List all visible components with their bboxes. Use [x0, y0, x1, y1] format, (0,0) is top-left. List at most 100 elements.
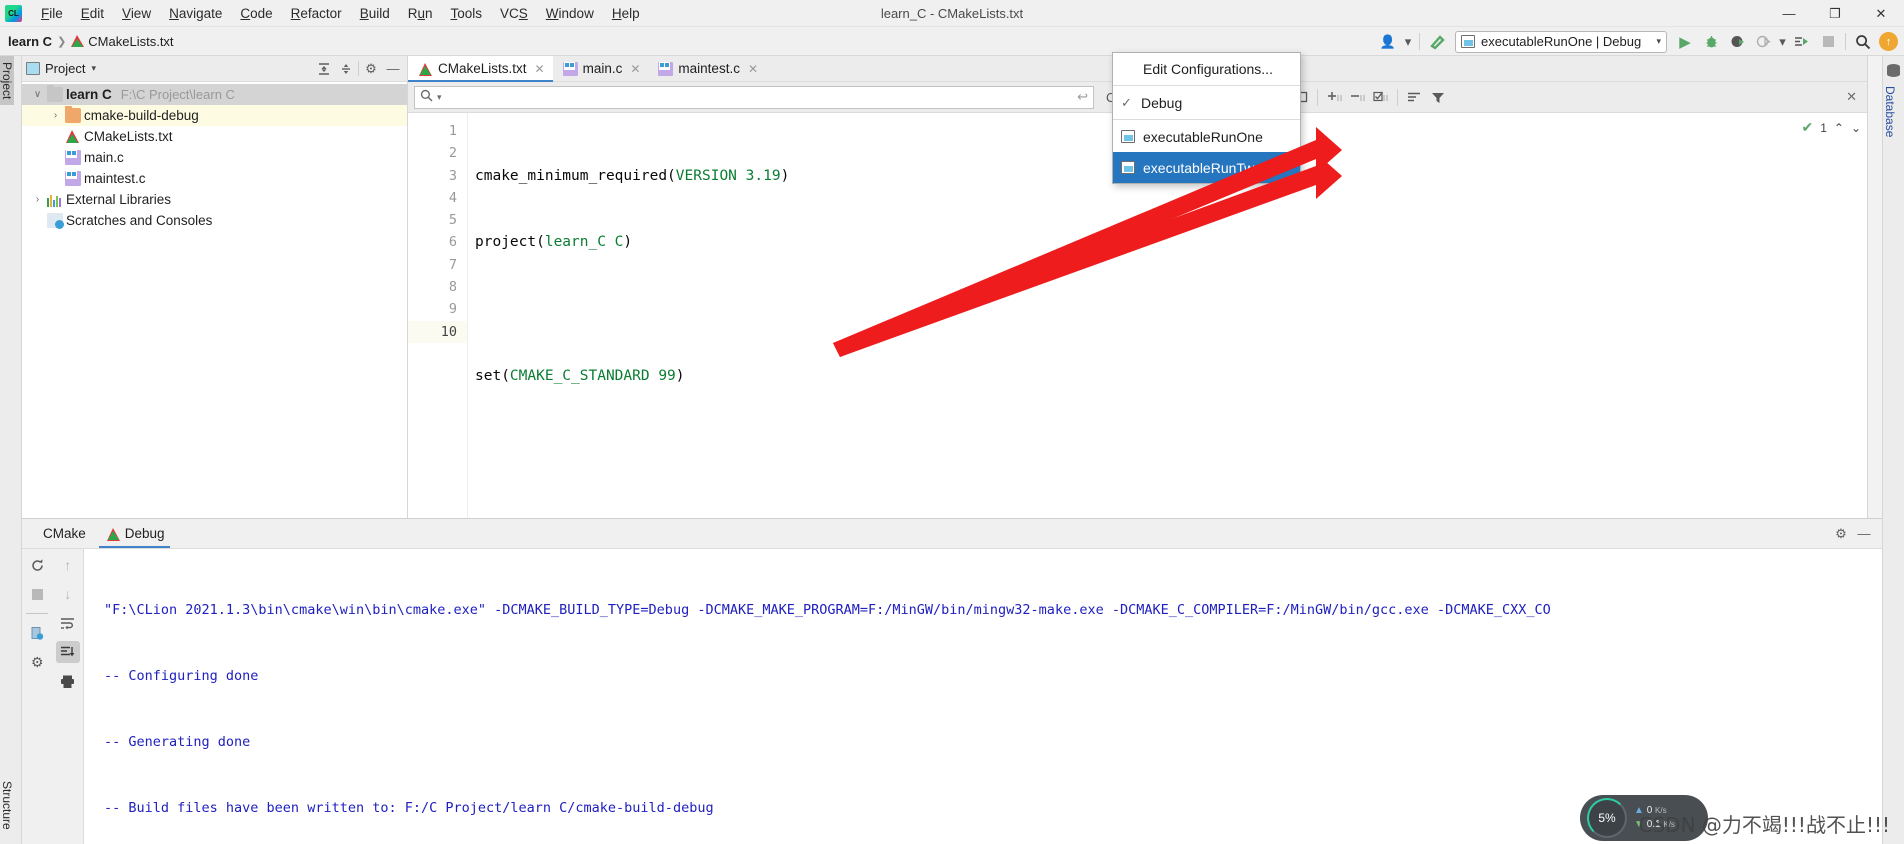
menu-edit[interactable]: Edit	[72, 3, 113, 24]
inspection-down-icon[interactable]: ⌄	[1851, 121, 1861, 135]
filter-list-icon[interactable]	[1403, 86, 1426, 108]
close-find-icon[interactable]: ✕	[1846, 89, 1857, 105]
menu-vcs[interactable]: VCS	[491, 3, 537, 24]
tree-item-label: External Libraries	[66, 192, 172, 207]
line-number: 10	[408, 320, 467, 343]
close-icon[interactable]: ✕	[748, 62, 758, 76]
stop-icon[interactable]	[25, 583, 49, 605]
rerun-icon[interactable]	[25, 554, 49, 576]
search-everywhere-icon[interactable]	[1850, 30, 1876, 54]
soft-wrap-icon[interactable]	[56, 612, 80, 634]
scroll-to-end-icon[interactable]	[55, 641, 80, 663]
toggle-checkbox-icon[interactable]	[1369, 86, 1392, 108]
minimize-button[interactable]: —	[1766, 0, 1812, 27]
menu-help[interactable]: Help	[603, 3, 649, 24]
menu-file[interactable]: File	[32, 3, 72, 24]
collapse-all-icon[interactable]	[336, 59, 356, 79]
menu-window[interactable]: Window	[537, 3, 603, 24]
scratch-icon	[47, 213, 64, 229]
cmake-file-icon	[418, 62, 433, 76]
c-file-icon	[65, 171, 81, 186]
search-history-icon[interactable]: ↩	[1077, 89, 1088, 105]
settings-gear-icon[interactable]: ⚙	[25, 651, 49, 673]
profile-icon[interactable]	[1750, 30, 1776, 54]
bottom-tab-bar: CMake Debug ⚙ —	[22, 519, 1882, 549]
dropdown-item-executable-run-one[interactable]: executableRunOne	[1113, 121, 1300, 152]
tab-maintest-c[interactable]: maintest.c ✕	[648, 56, 766, 81]
run-icon[interactable]: ▶	[1672, 30, 1698, 54]
close-button[interactable]: ✕	[1858, 0, 1904, 27]
chevron-down-icon[interactable]: ▾	[437, 92, 442, 103]
run-configuration-dropdown: Edit Configurations... ✓ Debug executabl…	[1112, 52, 1301, 184]
twisty-icon[interactable]: ∨	[30, 89, 45, 100]
tree-item-cmakelists[interactable]: CMakeLists.txt	[22, 126, 407, 147]
scroll-down-icon[interactable]: ↓	[56, 583, 80, 605]
menu-code[interactable]: Code	[231, 3, 281, 24]
chevron-down-icon[interactable]: ▾	[91, 63, 96, 74]
configuration-icon	[1461, 35, 1475, 48]
cmake-settings-icon[interactable]	[25, 622, 49, 644]
profile-dropdown-icon[interactable]: ▾	[1776, 30, 1789, 54]
close-icon[interactable]: ✕	[630, 62, 640, 76]
menu-view[interactable]: View	[113, 3, 160, 24]
sidebar-item-database[interactable]: Database	[1883, 80, 1897, 143]
hide-panel-icon[interactable]: —	[1854, 524, 1874, 544]
dropdown-item-edit-configurations[interactable]: Edit Configurations...	[1113, 53, 1300, 84]
folder-icon	[47, 85, 63, 102]
menu-refactor[interactable]: Refactor	[282, 3, 351, 24]
filter-icon[interactable]	[1426, 86, 1449, 108]
twisty-icon[interactable]: ›	[30, 194, 45, 205]
sidebar-item-project[interactable]: Project	[0, 56, 14, 106]
clion-window: File Edit View Navigate Code Refactor Bu…	[0, 0, 1904, 844]
cmake-file-icon	[65, 129, 81, 144]
dropdown-item-debug[interactable]: ✓ Debug	[1113, 87, 1300, 118]
tree-item-external-libraries[interactable]: › External Libraries	[22, 189, 407, 210]
tree-item-main-c[interactable]: main.c	[22, 147, 407, 168]
tab-debug[interactable]: Debug	[95, 519, 174, 548]
chevron-down-icon[interactable]: ▾	[1401, 30, 1415, 54]
user-icon[interactable]: 👤	[1375, 30, 1401, 54]
add-line-icon[interactable]	[1323, 86, 1346, 108]
hide-panel-icon[interactable]: —	[383, 59, 403, 79]
twisty-icon[interactable]: ›	[48, 110, 63, 121]
build-hammer-icon[interactable]	[1424, 30, 1450, 54]
maximize-button[interactable]: ❐	[1812, 0, 1858, 27]
menu-tools[interactable]: Tools	[442, 3, 492, 24]
cmake-file-icon	[106, 527, 120, 541]
menu-navigate[interactable]: Navigate	[160, 3, 231, 24]
run-with-coverage-icon[interactable]	[1724, 30, 1750, 54]
debug-icon[interactable]	[1698, 30, 1724, 54]
close-icon[interactable]: ✕	[535, 62, 545, 76]
tab-cmake[interactable]: CMake	[34, 519, 95, 548]
scroll-up-icon[interactable]: ↑	[56, 554, 80, 576]
menu-build[interactable]: Build	[351, 3, 399, 24]
remove-line-icon[interactable]	[1346, 86, 1369, 108]
inspection-check-icon: ✔	[1801, 119, 1814, 135]
tab-label: CMake	[43, 526, 86, 541]
tree-item-scratches[interactable]: Scratches and Consoles	[22, 210, 407, 231]
tab-cmakelists[interactable]: CMakeLists.txt ✕	[408, 56, 553, 82]
stop-icon[interactable]	[1815, 30, 1841, 54]
tree-item-maintest-c[interactable]: maintest.c	[22, 168, 407, 189]
sidebar-item-structure[interactable]: Structure	[0, 775, 14, 836]
expand-all-icon[interactable]	[314, 59, 334, 79]
tree-item-learn-c[interactable]: ∨ learn C F:\C Project\learn C	[22, 84, 407, 105]
settings-gear-icon[interactable]: ⚙	[1831, 524, 1851, 544]
attach-to-process-icon[interactable]	[1789, 30, 1815, 54]
tab-main-c[interactable]: main.c ✕	[553, 56, 649, 81]
update-icon[interactable]: ↑	[1879, 32, 1898, 51]
inspection-up-icon[interactable]: ⌃	[1834, 121, 1844, 135]
breadcrumb-file[interactable]: CMakeLists.txt	[88, 34, 173, 49]
settings-gear-icon[interactable]: ⚙	[361, 59, 381, 79]
print-icon[interactable]	[56, 670, 80, 692]
search-field[interactable]	[445, 89, 1078, 105]
dropdown-item-executable-run-two[interactable]: executableRunTwo	[1113, 152, 1300, 183]
breadcrumb-project[interactable]: learn C	[8, 34, 52, 49]
cpu-gauge: 5%	[1587, 798, 1627, 838]
run-configuration-selector[interactable]: executableRunOne | Debug ▾	[1455, 30, 1667, 53]
search-input[interactable]: ▾ ↩	[414, 85, 1094, 109]
menu-run[interactable]: Run	[399, 3, 442, 24]
tree-item-cmake-build-debug[interactable]: › cmake-build-debug	[22, 105, 407, 126]
project-panel-title: Project	[45, 61, 86, 76]
dropdown-item-label: executableRunTwo	[1143, 159, 1263, 176]
